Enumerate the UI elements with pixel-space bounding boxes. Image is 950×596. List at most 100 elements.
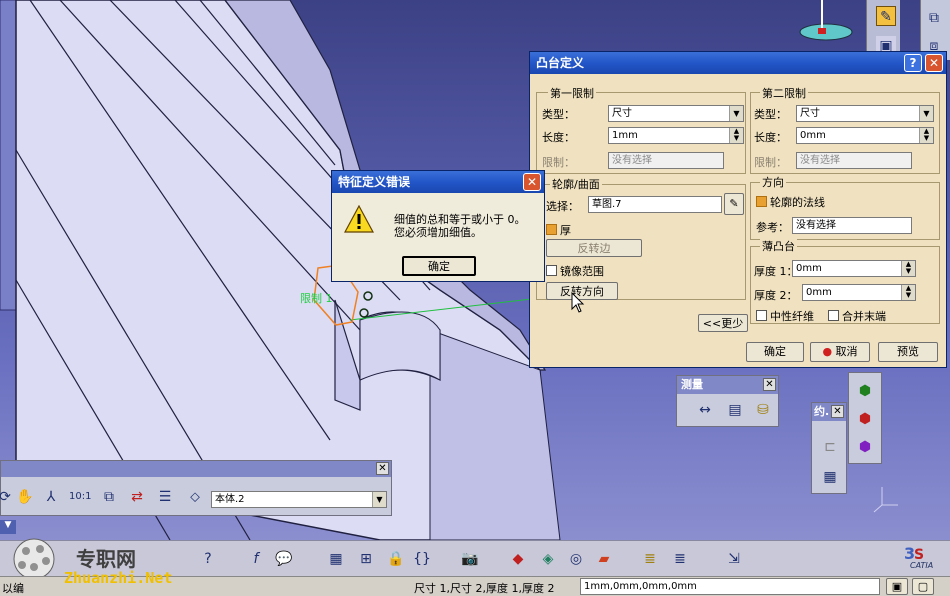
- analysis-vertical-toolbar: ⬢ ⬢ ⬢: [848, 372, 882, 464]
- numeric-icon[interactable]: 10:1: [69, 487, 91, 507]
- surface-icon[interactable]: ▰: [594, 549, 614, 569]
- error-dialog-titlebar[interactable]: 特征定义错误 ✕: [332, 171, 544, 193]
- thick-label: 厚: [560, 224, 571, 237]
- boss-dialog-titlebar[interactable]: 凸台定义 ? ✕: [530, 52, 946, 74]
- preview-button[interactable]: 预览: [878, 342, 938, 362]
- watermark-url: Zhuanzhi.Net: [64, 569, 173, 587]
- second-limit-label: 限制：: [754, 156, 787, 169]
- reference-field[interactable]: 没有选择: [792, 217, 912, 234]
- first-type-select[interactable]: 尺寸 ▼: [608, 105, 744, 122]
- status-button2[interactable]: ▢: [912, 578, 934, 595]
- profile-normal-label: 轮廓的法线: [770, 196, 825, 209]
- layer-icon[interactable]: ☰: [155, 487, 175, 507]
- constraint-toolbar-close[interactable]: ✕: [831, 405, 844, 418]
- status-left-text: 以编: [2, 582, 24, 595]
- spinner-icon[interactable]: ▲ ▼: [901, 261, 915, 276]
- spinner-icon[interactable]: ▲ ▼: [729, 128, 743, 143]
- cancel-button[interactable]: ● 取消: [810, 342, 870, 362]
- comment-icon[interactable]: 💬: [274, 549, 294, 569]
- direction-title: 方向: [760, 174, 786, 190]
- formula-icon[interactable]: f: [246, 549, 266, 569]
- lock-icon[interactable]: 🔒: [386, 549, 406, 569]
- eraser-icon[interactable]: ⬦: [185, 487, 205, 507]
- body-select[interactable]: 本体.2 ▼: [211, 491, 387, 508]
- constraint-toolbar-title[interactable]: 约. ✕: [812, 403, 846, 421]
- feature-definition-error-dialog: 特征定义错误 ✕ 细值的总和等于或小于 0。 您必须增加细值。 确定: [331, 170, 545, 282]
- help-button[interactable]: ?: [904, 54, 922, 72]
- body-toolbar: ✕ ⟳ ✋ ⅄ 10:1 ⧉ ⇄ ☰ ⬦ 本体.2 ▼: [0, 460, 392, 516]
- status-bar: 以编 Zhuanzhi.Net 尺寸 1,尺寸 2,厚度 1,厚度 2 1mm,…: [0, 569, 950, 596]
- close-button[interactable]: ✕: [925, 54, 943, 72]
- constraint-box-icon[interactable]: ▦: [820, 467, 840, 487]
- target-icon[interactable]: ◎: [566, 549, 586, 569]
- watermark-logo: [13, 538, 55, 580]
- sketch-edit-button[interactable]: ✎: [724, 193, 744, 215]
- stack-icon[interactable]: ≣: [640, 549, 660, 569]
- pan-hand-icon[interactable]: ✋: [15, 487, 35, 507]
- status-button1[interactable]: ▣: [886, 578, 908, 595]
- second-length-input[interactable]: 0mm ▲ ▼: [796, 127, 934, 144]
- export-icon[interactable]: ⇲: [724, 549, 744, 569]
- neutral-fiber-checkbox[interactable]: [756, 310, 767, 321]
- analysis-tool3-icon[interactable]: ⬢: [855, 437, 875, 457]
- measure-inertia-icon[interactable]: ⛁: [753, 400, 773, 420]
- error-message-line2: 您必须增加细值。: [394, 226, 482, 239]
- body-toolbar-close[interactable]: ✕: [376, 462, 389, 475]
- table-icon[interactable]: ▦: [326, 549, 346, 569]
- body-toolbar-title[interactable]: ✕: [1, 461, 391, 477]
- tree-icon[interactable]: ⊞: [356, 549, 376, 569]
- rotate-icon[interactable]: ⟳: [0, 487, 15, 507]
- mouse-cursor-icon: [571, 292, 585, 313]
- error-close-button[interactable]: ✕: [523, 173, 541, 191]
- measure-item-icon[interactable]: ▤: [725, 400, 745, 420]
- ok-button[interactable]: 确定: [746, 342, 804, 362]
- sketch-tool-icon[interactable]: ✎: [876, 6, 896, 26]
- view-tool-icon[interactable]: ⧉: [924, 8, 944, 28]
- first-length-label: 长度：: [542, 131, 575, 144]
- thickness2-input[interactable]: 0mm ▲ ▼: [802, 284, 916, 301]
- status-hint: 尺寸 1,尺寸 2,厚度 1,厚度 2: [414, 582, 555, 595]
- mirror-extent-checkbox[interactable]: [546, 265, 557, 276]
- hide-show-icon[interactable]: ⇄: [127, 487, 147, 507]
- bracket-icon[interactable]: {}: [412, 549, 432, 569]
- analysis-tool2-icon[interactable]: ⬢: [855, 409, 875, 429]
- constraint-icon[interactable]: ⊏: [820, 437, 840, 457]
- merge-ends-checkbox[interactable]: [828, 310, 839, 321]
- compass-icon[interactable]: [799, 0, 853, 41]
- camera-icon[interactable]: 📷: [460, 549, 480, 569]
- measure-toolbar-close[interactable]: ✕: [763, 378, 776, 391]
- reverse-side-button[interactable]: 反转边: [546, 239, 642, 257]
- view-mode-icon[interactable]: ⧉: [99, 487, 119, 507]
- status-value-field[interactable]: 1mm,0mm,0mm,0mm: [580, 578, 880, 595]
- first-limit-field[interactable]: 没有选择: [608, 152, 724, 169]
- first-length-input[interactable]: 1mm ▲ ▼: [608, 127, 744, 144]
- measure-toolbar-title[interactable]: 测量 ✕: [677, 376, 778, 394]
- cancel-icon: ●: [822, 345, 833, 358]
- less-button[interactable]: <<更少: [698, 314, 748, 332]
- pad-icon[interactable]: ◆: [508, 549, 528, 569]
- thick-checkbox[interactable]: [546, 224, 557, 235]
- first-limit-label: 限制：: [542, 156, 575, 169]
- chevron-down-icon: ▼: [919, 106, 933, 121]
- axis-system-icon[interactable]: ⅄: [41, 487, 61, 507]
- analysis-tool1-icon[interactable]: ⬢: [855, 381, 875, 401]
- second-limit-field[interactable]: 没有选择: [796, 152, 912, 169]
- boss-dialog-title: 凸台定义: [536, 56, 585, 70]
- constraint-toolbar: 约. ✕ ⊏ ▦: [811, 402, 847, 494]
- thickness1-input[interactable]: 0mm ▲ ▼: [792, 260, 916, 277]
- profile-normal-checkbox[interactable]: [756, 196, 767, 207]
- second-length-label: 长度：: [754, 131, 787, 144]
- limit-label: 限制 1: [300, 292, 333, 305]
- question-icon[interactable]: ?: [198, 549, 218, 569]
- spinner-icon[interactable]: ▲ ▼: [919, 128, 933, 143]
- watermark-brand: 专职网: [76, 547, 136, 571]
- profile-select-field[interactable]: 草图.7: [588, 196, 722, 213]
- first-limit-title: 第一限制: [548, 85, 596, 101]
- body-toolbar-expander[interactable]: ▼: [0, 520, 16, 534]
- spinner-icon[interactable]: ▲ ▼: [901, 285, 915, 300]
- error-ok-button[interactable]: 确定: [402, 256, 476, 276]
- sketch-icon[interactable]: ◈: [538, 549, 558, 569]
- second-type-select[interactable]: 尺寸 ▼: [796, 105, 934, 122]
- measure-between-icon[interactable]: ↔: [695, 400, 715, 420]
- stack2-icon[interactable]: ≣: [670, 549, 690, 569]
